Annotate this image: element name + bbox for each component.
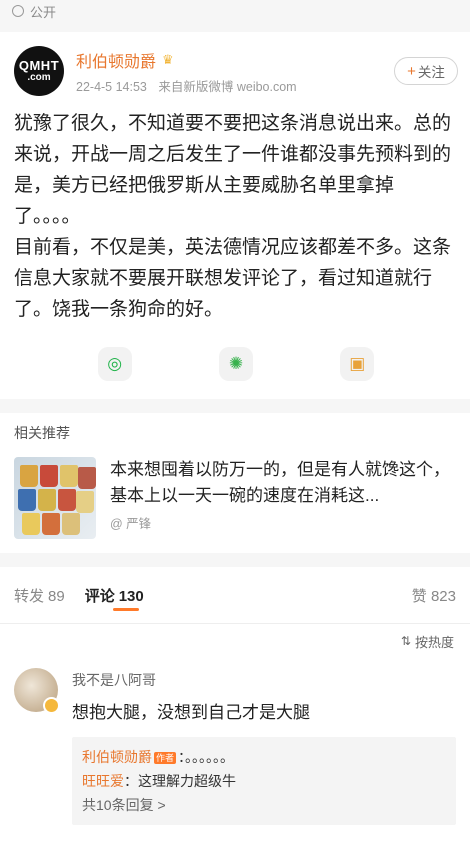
- member-badge-icon: [43, 697, 60, 714]
- visibility-label: 公开: [30, 4, 57, 20]
- reply-box[interactable]: 利伯顿勋爵 作者：。。。。。。 旺旺爱：这理解力超级牛 共10条回复 >: [72, 737, 456, 825]
- reply-text: ：。。。。。。: [178, 749, 235, 765]
- visibility-bar: 公开: [0, 0, 470, 22]
- wechat-icon[interactable]: ◎: [97, 347, 132, 381]
- tab-like[interactable]: 赞 823: [412, 585, 456, 606]
- post-source: 来自新版微博 weibo.com: [158, 79, 297, 94]
- post-subline: 22-4-5 14:53 来自新版微博 weibo.com: [76, 76, 394, 95]
- reply-item: 利伯顿勋爵 作者：。。。。。。: [82, 745, 446, 769]
- plus-icon: +: [407, 62, 416, 80]
- username-row: 利伯顿勋爵 ♛: [76, 48, 394, 72]
- reply-item: 旺旺爱：这理解力超级牛: [82, 769, 446, 793]
- tab-like-label: 赞: [411, 587, 427, 605]
- related-recommend: 相关推荐 本来想囤着以防万一的，但是有人就馋这个，基本上以一天一碗的速度在消耗这…: [0, 413, 470, 553]
- tab-repost[interactable]: 转发 89: [14, 585, 65, 606]
- reply-author[interactable]: 旺旺爱: [82, 773, 124, 789]
- author-avatar[interactable]: QMHT .com: [14, 46, 64, 96]
- commenter-avatar[interactable]: [14, 668, 60, 714]
- sort-bar: ⇅ 按热度: [0, 624, 470, 658]
- moments-icon[interactable]: ✺: [218, 347, 253, 381]
- avatar-text-sub: .com: [27, 71, 51, 83]
- active-tab-indicator: [113, 608, 139, 611]
- reply-author[interactable]: 利伯顿勋爵: [82, 749, 152, 765]
- comment-item: 我不是八阿哥 想抱大腿，没想到自己才是大腿 利伯顿勋爵 作者：。。。。。。 旺旺爱…: [0, 658, 470, 858]
- author-tag-icon: 作者: [154, 752, 177, 765]
- share-row: ◎ ✺ ▣: [14, 325, 458, 381]
- post-timestamp: 22-4-5 14:53: [76, 79, 147, 94]
- recommend-author: @ 严锋: [110, 517, 152, 531]
- tab-comment[interactable]: 评论 130: [85, 585, 144, 606]
- recommend-text: 本来想囤着以防万一的，但是有人就馋这个，基本上以一天一碗的速度在消耗这... @…: [110, 457, 458, 539]
- recommend-card[interactable]: 本来想囤着以防万一的，但是有人就馋这个，基本上以一天一碗的速度在消耗这... @…: [14, 457, 458, 539]
- recommend-description: 本来想囤着以防万一的，但是有人就馋这个，基本上以一天一碗的速度在消耗这...: [110, 460, 450, 505]
- tab-comment-count: 130: [118, 587, 144, 605]
- tab-repost-count: 89: [48, 587, 65, 605]
- comment-body: 我不是八阿哥 想抱大腿，没想到自己才是大腿 利伯顿勋爵 作者：。。。。。。 旺旺爱…: [72, 668, 456, 848]
- sort-button[interactable]: 按热度: [415, 632, 454, 651]
- post-paragraph: 目前看，不仅是美，英法德情况应该都差不多。这条信息大家就不要展开联想发评论了，看…: [14, 237, 452, 320]
- post-header: QMHT .com 利伯顿勋爵 ♛ 22-4-5 14:53 来自新版微博 we…: [14, 46, 458, 96]
- tab-comment-label: 评论: [84, 587, 115, 605]
- tab-repost-label: 转发: [14, 587, 45, 605]
- recommend-thumbnail: [14, 457, 96, 539]
- globe-icon: [12, 5, 24, 17]
- more-replies-link[interactable]: 共10条回复 >: [82, 793, 446, 817]
- commenter-name[interactable]: 我不是八阿哥: [72, 670, 456, 690]
- tab-like-count: 823: [430, 587, 456, 605]
- author-name[interactable]: 利伯顿勋爵: [76, 48, 156, 72]
- crown-icon: ♛: [162, 51, 174, 67]
- follow-button[interactable]: + 关注: [394, 57, 458, 85]
- sort-icon: ⇅: [400, 634, 411, 648]
- post-paragraph: 犹豫了很久，不知道要不要把这条消息说出来。总的来说，开战一周之后发生了一件谁都没…: [14, 113, 452, 227]
- weibo-post: QMHT .com 利伯顿勋爵 ♛ 22-4-5 14:53 来自新版微博 we…: [0, 32, 470, 399]
- comment-text: 想抱大腿，没想到自己才是大腿: [72, 703, 310, 722]
- post-meta: 利伯顿勋爵 ♛ 22-4-5 14:53 来自新版微博 weibo.com: [76, 48, 394, 95]
- recommend-title: 相关推荐: [14, 425, 70, 441]
- avatar-text: QMHT: [18, 57, 60, 73]
- post-body: 犹豫了很久，不知道要不要把这条消息说出来。总的来说，开战一周之后发生了一件谁都没…: [14, 108, 458, 325]
- interaction-tabs: 转发 89 评论 130 赞 823: [0, 567, 470, 624]
- follow-label: 关注: [417, 65, 445, 80]
- image-share-icon[interactable]: ▣: [340, 347, 375, 381]
- reply-text: ：这理解力超级牛: [124, 773, 236, 789]
